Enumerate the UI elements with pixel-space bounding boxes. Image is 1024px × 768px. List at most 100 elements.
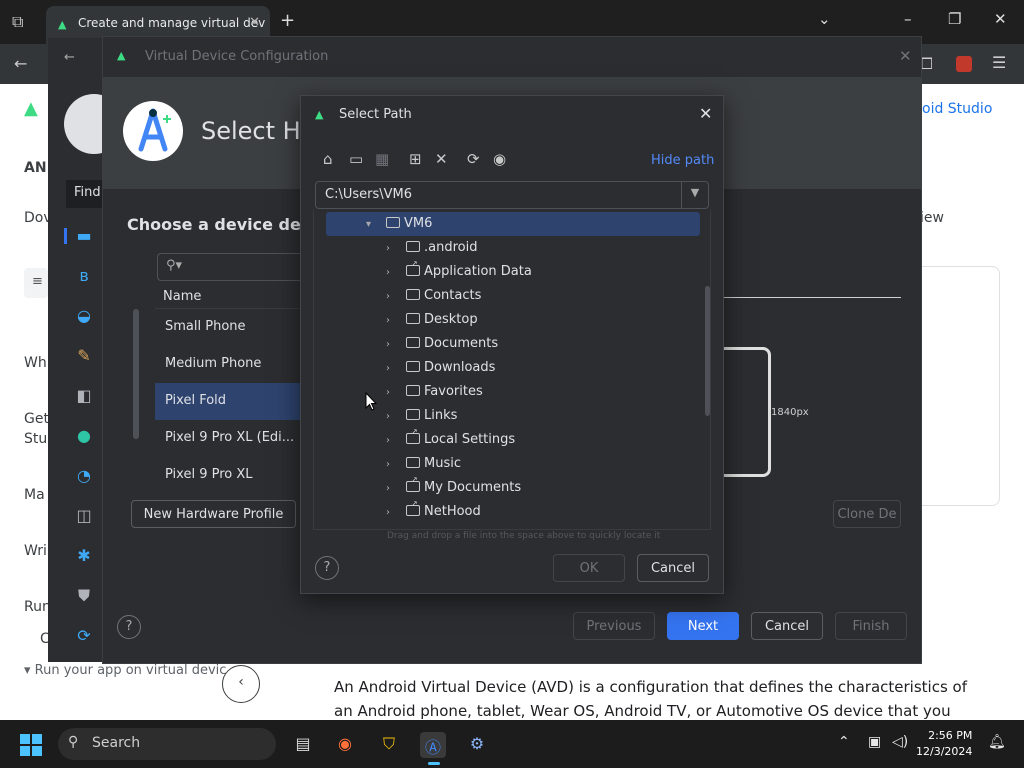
- device-manager-icon[interactable]: ▬: [74, 226, 94, 246]
- chevron-right-icon[interactable]: ›: [386, 243, 400, 254]
- brand-link[interactable]: oid Studio: [922, 101, 992, 117]
- tree-item[interactable]: › NetHood: [386, 499, 481, 524]
- vdc-close-icon[interactable]: ✕: [899, 47, 912, 65]
- back-icon[interactable]: ←: [14, 54, 27, 73]
- notifications-bell-icon[interactable]: 🔔︎: [988, 734, 1006, 750]
- chevron-right-icon[interactable]: ›: [386, 267, 400, 278]
- tree-item[interactable]: › Documents: [386, 332, 498, 356]
- new-tab-button[interactable]: +: [280, 10, 295, 31]
- refresh-icon[interactable]: ⟳: [467, 150, 480, 168]
- accessibility-icon[interactable]: ✱: [74, 546, 94, 566]
- ublock-icon[interactable]: [956, 56, 972, 72]
- tree-item[interactable]: › Contacts: [386, 284, 481, 308]
- dialog-cancel-button[interactable]: Cancel: [637, 554, 709, 582]
- project-icon[interactable]: ▦: [375, 150, 389, 168]
- overview-tab[interactable]: iew: [920, 210, 944, 226]
- tray-chevron-up-icon[interactable]: ⌃: [838, 734, 850, 750]
- windows-start-icon[interactable]: [20, 734, 42, 756]
- menu-icon[interactable]: ☰: [992, 53, 1006, 72]
- next-button[interactable]: Next: [667, 612, 739, 640]
- file-explorer-icon[interactable]: ▤: [290, 732, 316, 758]
- vdc-help-button[interactable]: ?: [117, 615, 141, 639]
- previous-button[interactable]: Previous: [573, 612, 655, 640]
- delete-icon[interactable]: ✕: [435, 150, 448, 168]
- android-studio-taskbar-icon[interactable]: Ⓐ: [420, 732, 446, 758]
- tree-item-root[interactable]: ▾ VM6: [326, 212, 700, 236]
- tree-item[interactable]: › Local Settings: [386, 427, 515, 452]
- sync-icon[interactable]: ⟳: [74, 626, 94, 646]
- close-window-button[interactable]: ✕: [994, 10, 1007, 28]
- ok-button[interactable]: OK: [553, 554, 625, 582]
- chevron-right-icon[interactable]: ›: [386, 435, 400, 446]
- chevron-right-icon[interactable]: ›: [386, 291, 400, 302]
- tree-scrollbar[interactable]: [705, 286, 710, 416]
- chevron-right-icon[interactable]: ›: [386, 339, 400, 350]
- apps-icon[interactable]: ◧: [74, 386, 94, 406]
- desktop-icon[interactable]: ▭: [349, 150, 363, 168]
- tab-actions-icon[interactable]: ⧉: [12, 12, 23, 32]
- dialog-close-icon[interactable]: ✕: [699, 104, 712, 123]
- show-hidden-icon[interactable]: ◉: [493, 150, 506, 168]
- tree-item[interactable]: › Links: [386, 404, 457, 428]
- hide-path-link[interactable]: Hide path: [651, 153, 714, 168]
- side-label[interactable]: Wh: [24, 355, 47, 371]
- breadcrumb-bottom[interactable]: ▾ Run your app on virtual devic: [24, 663, 226, 678]
- device-list-scrollbar[interactable]: [133, 309, 139, 439]
- network-icon[interactable]: ▣: [868, 734, 881, 750]
- clock-icon[interactable]: ◔: [74, 466, 94, 486]
- side-label[interactable]: Stu: [24, 431, 47, 447]
- tree-item[interactable]: › My Documents: [386, 475, 521, 500]
- brush-icon[interactable]: ✎: [74, 346, 94, 366]
- chevron-right-icon[interactable]: ›: [386, 387, 400, 398]
- tree-item[interactable]: › Application Data: [386, 259, 532, 284]
- system-clock[interactable]: 2:56 PM 12/3/2024: [916, 728, 972, 760]
- settings-icon[interactable]: ⚙: [464, 732, 490, 758]
- new-folder-icon[interactable]: ⊞: [409, 150, 422, 168]
- chevron-right-icon[interactable]: ›: [386, 363, 400, 374]
- maximize-button[interactable]: ❐: [948, 10, 961, 28]
- tree-item[interactable]: › Desktop: [386, 308, 478, 332]
- column-header-name[interactable]: Name: [155, 285, 307, 309]
- clone-device-button[interactable]: Clone De: [833, 500, 901, 528]
- side-label[interactable]: Get: [24, 411, 49, 427]
- minimize-button[interactable]: –: [904, 10, 912, 28]
- prev-page-button[interactable]: ‹: [222, 665, 260, 703]
- chevron-down-icon[interactable]: ▼: [681, 182, 708, 208]
- tree-item[interactable]: › .android: [386, 236, 477, 260]
- device-row[interactable]: Small Phone: [155, 309, 307, 346]
- taskbar-search[interactable]: Search: [58, 728, 276, 760]
- bluetooth-icon[interactable]: ʙ: [74, 266, 94, 286]
- tree-item[interactable]: › Favorites: [386, 380, 483, 404]
- new-hardware-profile-button[interactable]: New Hardware Profile: [131, 500, 296, 528]
- side-label[interactable]: Ma: [24, 487, 45, 503]
- gamepad-icon[interactable]: ◫: [74, 506, 94, 526]
- chevron-right-icon[interactable]: ›: [386, 315, 400, 326]
- device-search-input[interactable]: ⚲▾: [157, 253, 307, 281]
- chevron-right-icon[interactable]: ›: [386, 411, 400, 422]
- volume-icon[interactable]: ◁): [892, 734, 908, 750]
- side-label[interactable]: Wri: [24, 543, 47, 559]
- dialog-help-button[interactable]: ?: [315, 556, 339, 580]
- studio-back-icon[interactable]: ←: [64, 50, 104, 74]
- path-input[interactable]: C:\Users\VM6: [315, 181, 709, 209]
- cancel-button[interactable]: Cancel: [751, 612, 823, 640]
- chevron-right-icon[interactable]: ›: [386, 459, 400, 470]
- firefox-icon[interactable]: ◉: [332, 732, 358, 758]
- side-label[interactable]: Run: [24, 599, 51, 615]
- security-shield-icon[interactable]: ⛉: [376, 732, 402, 758]
- chevron-down-icon[interactable]: ▾: [366, 219, 380, 230]
- home-icon[interactable]: ⌂: [323, 150, 333, 168]
- chevron-right-icon[interactable]: ›: [386, 483, 400, 494]
- device-row-selected[interactable]: Pixel Fold: [155, 383, 307, 420]
- finish-button[interactable]: Finish: [835, 612, 907, 640]
- device-row[interactable]: Pixel 9 Pro XL (Edi...: [155, 420, 307, 457]
- chevron-right-icon[interactable]: ›: [386, 507, 400, 518]
- account-icon[interactable]: ●: [74, 426, 94, 446]
- device-row[interactable]: Pixel 9 Pro XL: [155, 457, 307, 494]
- shield-icon[interactable]: ⛊: [74, 586, 94, 606]
- tree-item[interactable]: › Music: [386, 452, 461, 476]
- wifi-icon[interactable]: ◒: [74, 306, 94, 326]
- tree-item[interactable]: › Downloads: [386, 356, 495, 380]
- tab-search-icon[interactable]: ⌄: [818, 10, 831, 28]
- tab-close-icon[interactable]: ✕: [249, 15, 260, 30]
